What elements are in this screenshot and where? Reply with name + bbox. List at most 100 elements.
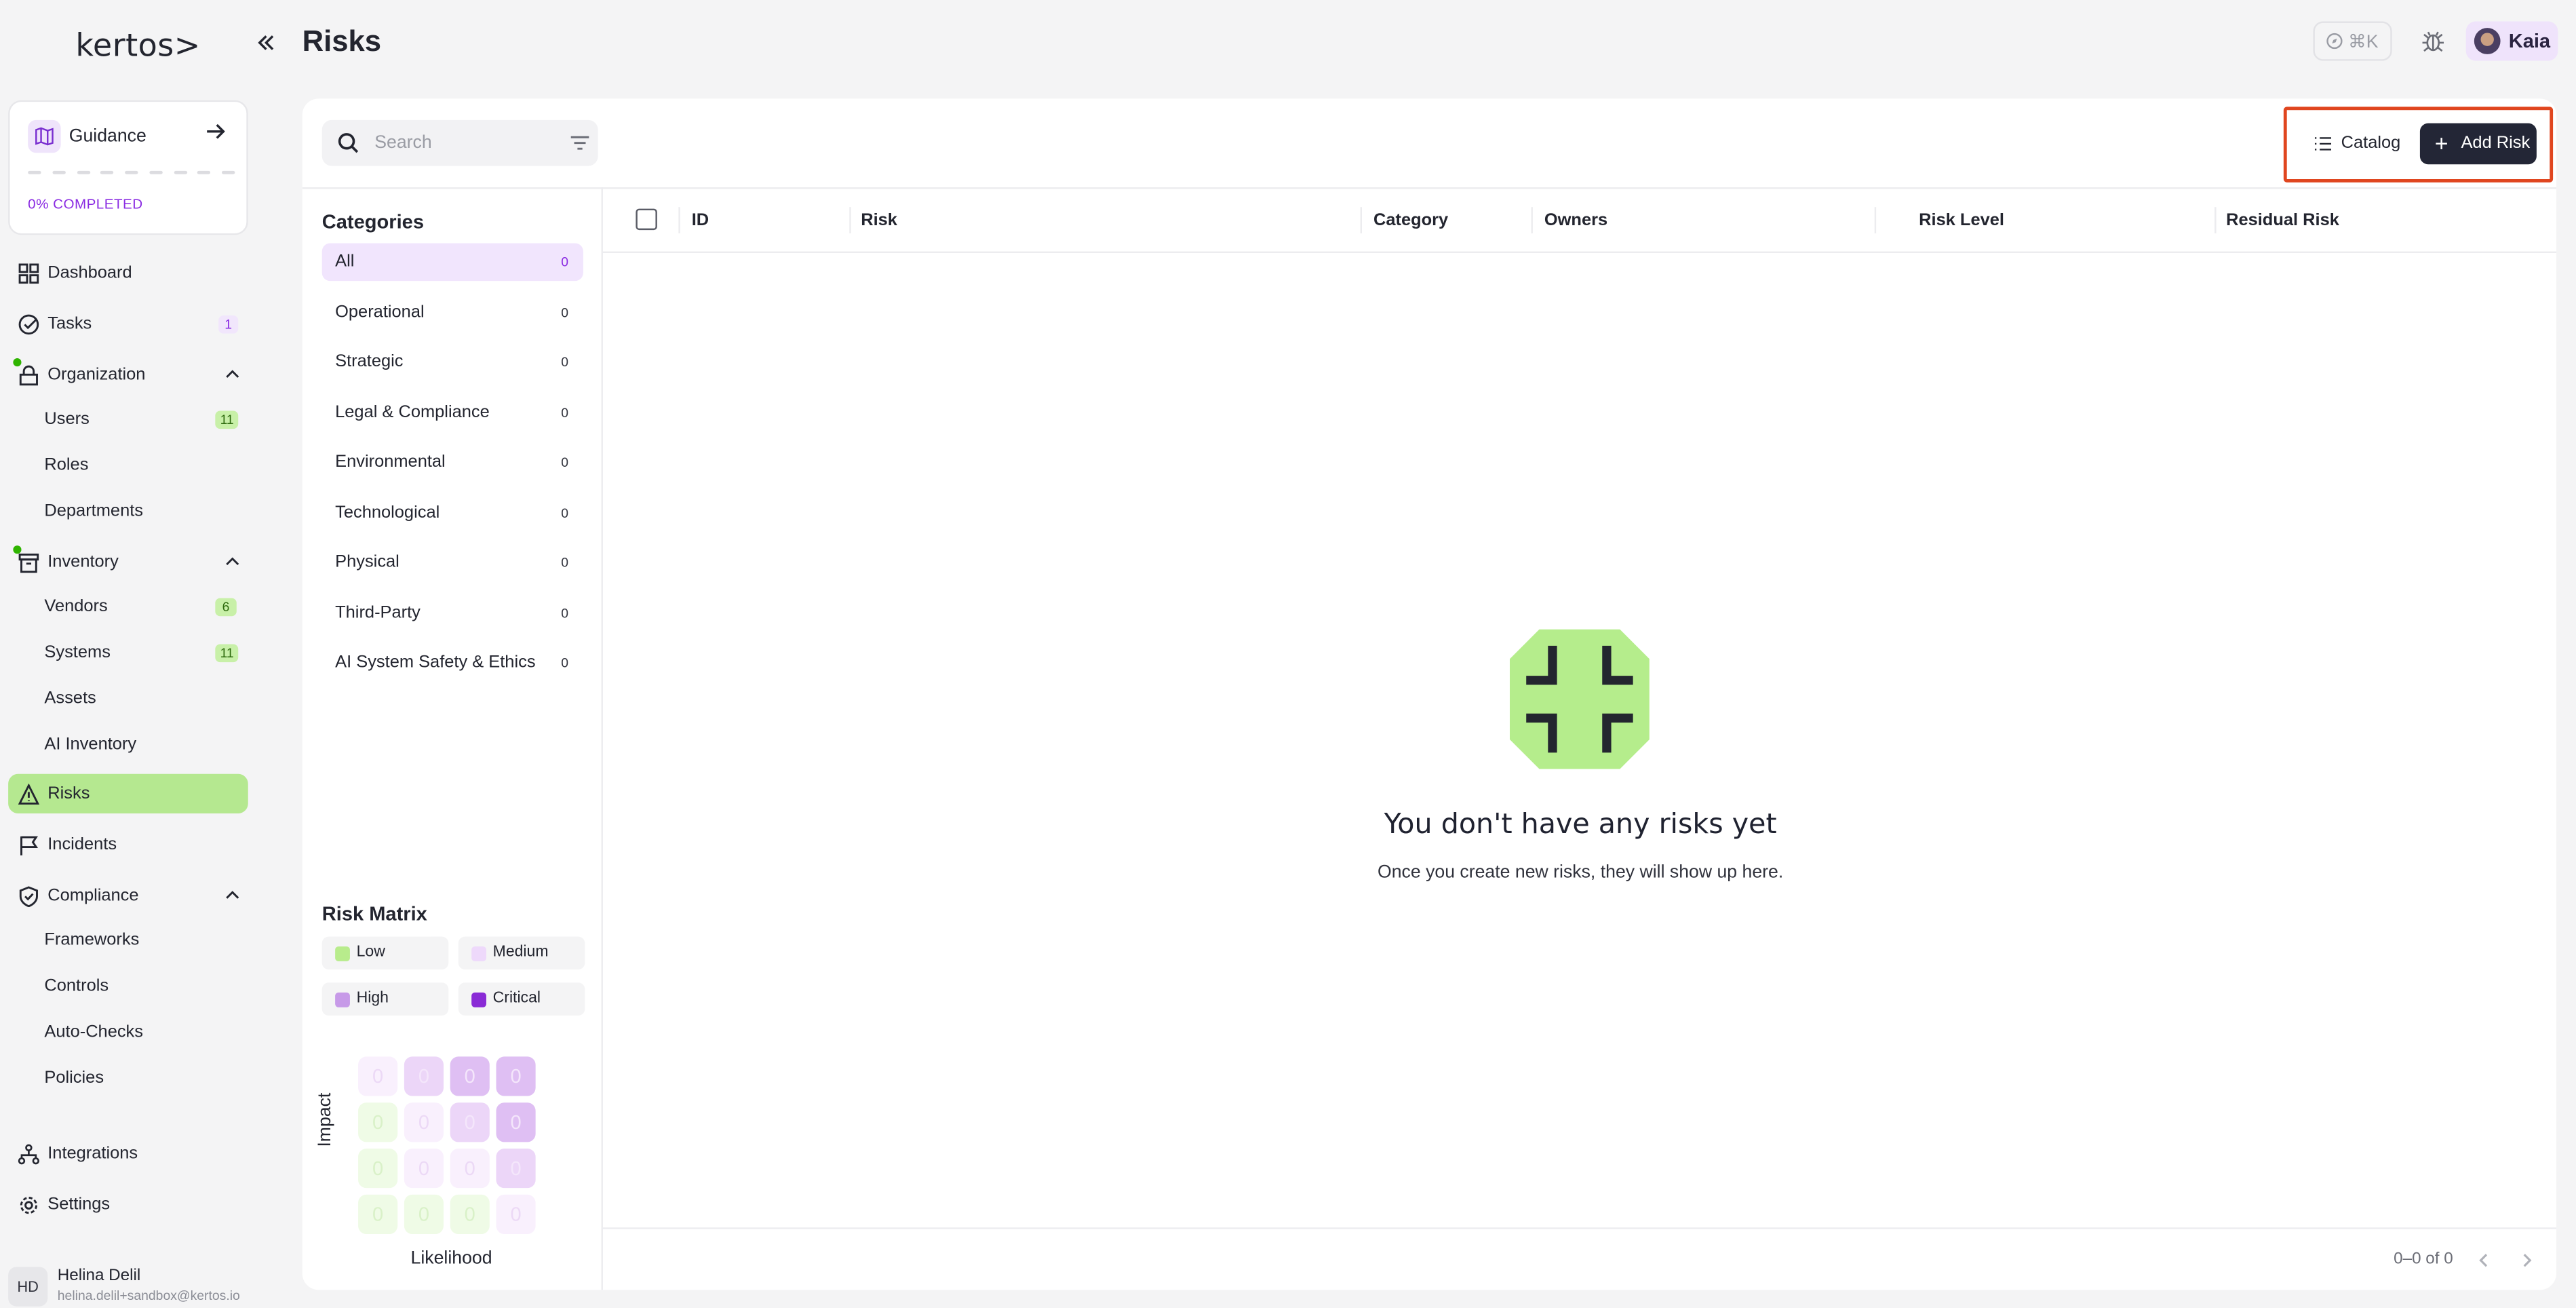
collapse-sidebar-button[interactable] xyxy=(252,28,281,58)
sidebar-item-users[interactable]: Users xyxy=(44,409,89,429)
filter-icon[interactable] xyxy=(568,132,591,155)
sidebar-item-assets[interactable]: Assets xyxy=(44,689,96,708)
matrix-cell[interactable]: 0 xyxy=(358,1102,398,1142)
catalog-button[interactable]: Catalog xyxy=(2305,123,2410,165)
matrix-cell[interactable]: 0 xyxy=(404,1056,444,1096)
sidebar: kertos> Guidance 0% COMPLETED Dashboard xyxy=(0,0,274,1308)
category-item[interactable]: All 0 xyxy=(321,243,583,282)
chevron-up-icon[interactable] xyxy=(223,365,241,383)
command-palette-button[interactable]: ⌘K xyxy=(2313,21,2392,61)
category-item[interactable]: Physical 0 xyxy=(322,544,583,582)
sidebar-item-organization[interactable]: Organization xyxy=(8,355,248,394)
pagination-range: 0–0 of 0 xyxy=(2394,1250,2453,1269)
matrix-cell[interactable]: 0 xyxy=(450,1194,490,1234)
organization-status-dot xyxy=(13,358,22,367)
bug-icon[interactable] xyxy=(2420,28,2446,54)
column-header-category[interactable]: Category xyxy=(1373,210,1448,230)
column-header-risk[interactable]: Risk xyxy=(861,210,897,230)
category-label: Operational xyxy=(335,301,425,322)
matrix-cell[interactable]: 0 xyxy=(450,1149,490,1189)
users-count-badge: 11 xyxy=(215,410,239,429)
sidebar-item-vendors[interactable]: Vendors xyxy=(44,596,107,616)
warning-triangle-icon xyxy=(18,784,40,805)
sidebar-item-compliance[interactable]: Compliance xyxy=(8,876,248,915)
search-bar[interactable] xyxy=(321,119,598,166)
impact-axis-label: Impact xyxy=(315,1092,336,1147)
sidebar-item-frameworks[interactable]: Frameworks xyxy=(44,930,139,950)
sidebar-item-controls[interactable]: Controls xyxy=(44,976,109,996)
likelihood-axis-label: Likelihood xyxy=(410,1248,492,1269)
footer-divider xyxy=(602,1227,2556,1229)
sidebar-item-label: Risks xyxy=(47,784,90,804)
category-label: All xyxy=(335,251,355,271)
matrix-cell[interactable]: 0 xyxy=(450,1102,490,1142)
column-header-residual-risk[interactable]: Residual Risk xyxy=(2226,210,2339,230)
matrix-cell[interactable]: 0 xyxy=(358,1056,398,1096)
category-count: 0 xyxy=(561,655,569,671)
category-item[interactable]: Operational 0 xyxy=(322,293,583,331)
flag-icon xyxy=(20,836,39,855)
sidebar-item-risks[interactable]: Risks xyxy=(8,773,248,813)
sidebar-item-tasks[interactable]: Tasks 1 xyxy=(8,304,248,343)
panel-divider xyxy=(601,187,603,1290)
matrix-cell[interactable]: 0 xyxy=(358,1149,398,1189)
guidance-card[interactable]: Guidance 0% COMPLETED xyxy=(8,100,248,235)
matrix-cell[interactable]: 0 xyxy=(496,1149,536,1189)
matrix-cell[interactable]: 0 xyxy=(358,1194,398,1234)
category-count: 0 xyxy=(561,455,569,470)
double-chevron-left-icon xyxy=(258,35,274,50)
category-item[interactable]: Strategic 0 xyxy=(322,343,583,381)
current-user[interactable]: HD Helina Delil helina.delil+sandbox@ker… xyxy=(8,1267,254,1307)
category-item[interactable]: AI System Safety & Ethics 0 xyxy=(322,644,583,682)
legend-swatch xyxy=(335,992,350,1007)
sidebar-item-ai-inventory[interactable]: AI Inventory xyxy=(44,735,136,754)
tasks-count-badge: 1 xyxy=(218,315,239,334)
search-icon xyxy=(338,133,359,153)
arrow-right-icon[interactable] xyxy=(206,120,225,147)
compass-icon xyxy=(2327,33,2343,50)
matrix-cell[interactable]: 0 xyxy=(496,1194,536,1234)
category-label: Technological xyxy=(335,501,440,522)
matrix-cell[interactable]: 0 xyxy=(404,1194,444,1234)
column-header-owners[interactable]: Owners xyxy=(1544,210,1607,230)
shield-check-icon xyxy=(19,886,38,907)
category-item[interactable]: Legal & Compliance 0 xyxy=(322,393,583,431)
sidebar-item-settings[interactable]: Settings xyxy=(8,1185,248,1224)
sidebar-item-policies[interactable]: Policies xyxy=(44,1068,104,1088)
matrix-cell[interactable]: 0 xyxy=(496,1056,536,1096)
chevron-right-icon[interactable] xyxy=(2517,1250,2537,1270)
sidebar-item-inventory[interactable]: Inventory xyxy=(8,542,248,581)
sidebar-item-incidents[interactable]: Incidents xyxy=(8,825,248,864)
page-title: Risks xyxy=(302,24,382,58)
matrix-cell[interactable]: 0 xyxy=(496,1102,536,1142)
add-risk-button[interactable]: + Add Risk xyxy=(2419,123,2537,165)
plus-icon: + xyxy=(2434,130,2448,157)
kertos-logo[interactable]: kertos> xyxy=(75,28,200,64)
search-input[interactable] xyxy=(374,128,539,158)
sidebar-item-integrations[interactable]: Integrations xyxy=(8,1134,248,1173)
category-label: AI System Safety & Ethics xyxy=(335,652,536,672)
sidebar-item-auto-checks[interactable]: Auto-Checks xyxy=(44,1022,143,1042)
matrix-cell[interactable]: 0 xyxy=(404,1149,444,1189)
sidebar-item-systems[interactable]: Systems xyxy=(44,642,111,662)
matrix-cell[interactable]: 0 xyxy=(404,1102,444,1142)
empty-state-subtitle: Once you create new risks, they will sho… xyxy=(1377,862,1784,883)
sidebar-item-departments[interactable]: Departments xyxy=(44,501,143,521)
matrix-cell[interactable]: 0 xyxy=(450,1056,490,1096)
chevron-up-icon[interactable] xyxy=(223,886,241,904)
sidebar-item-dashboard[interactable]: Dashboard xyxy=(8,253,248,292)
select-all-checkbox[interactable] xyxy=(636,208,657,231)
guidance-label: Guidance xyxy=(69,126,147,147)
add-risk-label: Add Risk xyxy=(2461,133,2531,153)
column-header-risk-level[interactable]: Risk Level xyxy=(1919,210,2004,230)
user-menu-button[interactable]: Kaia xyxy=(2465,21,2558,61)
category-item[interactable]: Environmental 0 xyxy=(322,444,583,482)
category-item[interactable]: Technological 0 xyxy=(322,494,583,532)
column-header-id[interactable]: ID xyxy=(692,210,709,230)
category-item[interactable]: Third-Party 0 xyxy=(322,594,583,632)
chevron-up-icon[interactable] xyxy=(223,552,241,571)
sidebar-item-roles[interactable]: Roles xyxy=(44,455,88,475)
legend-item-low: Low xyxy=(321,936,449,970)
chevron-left-icon[interactable] xyxy=(2474,1250,2494,1270)
category-label: Strategic xyxy=(335,351,404,372)
